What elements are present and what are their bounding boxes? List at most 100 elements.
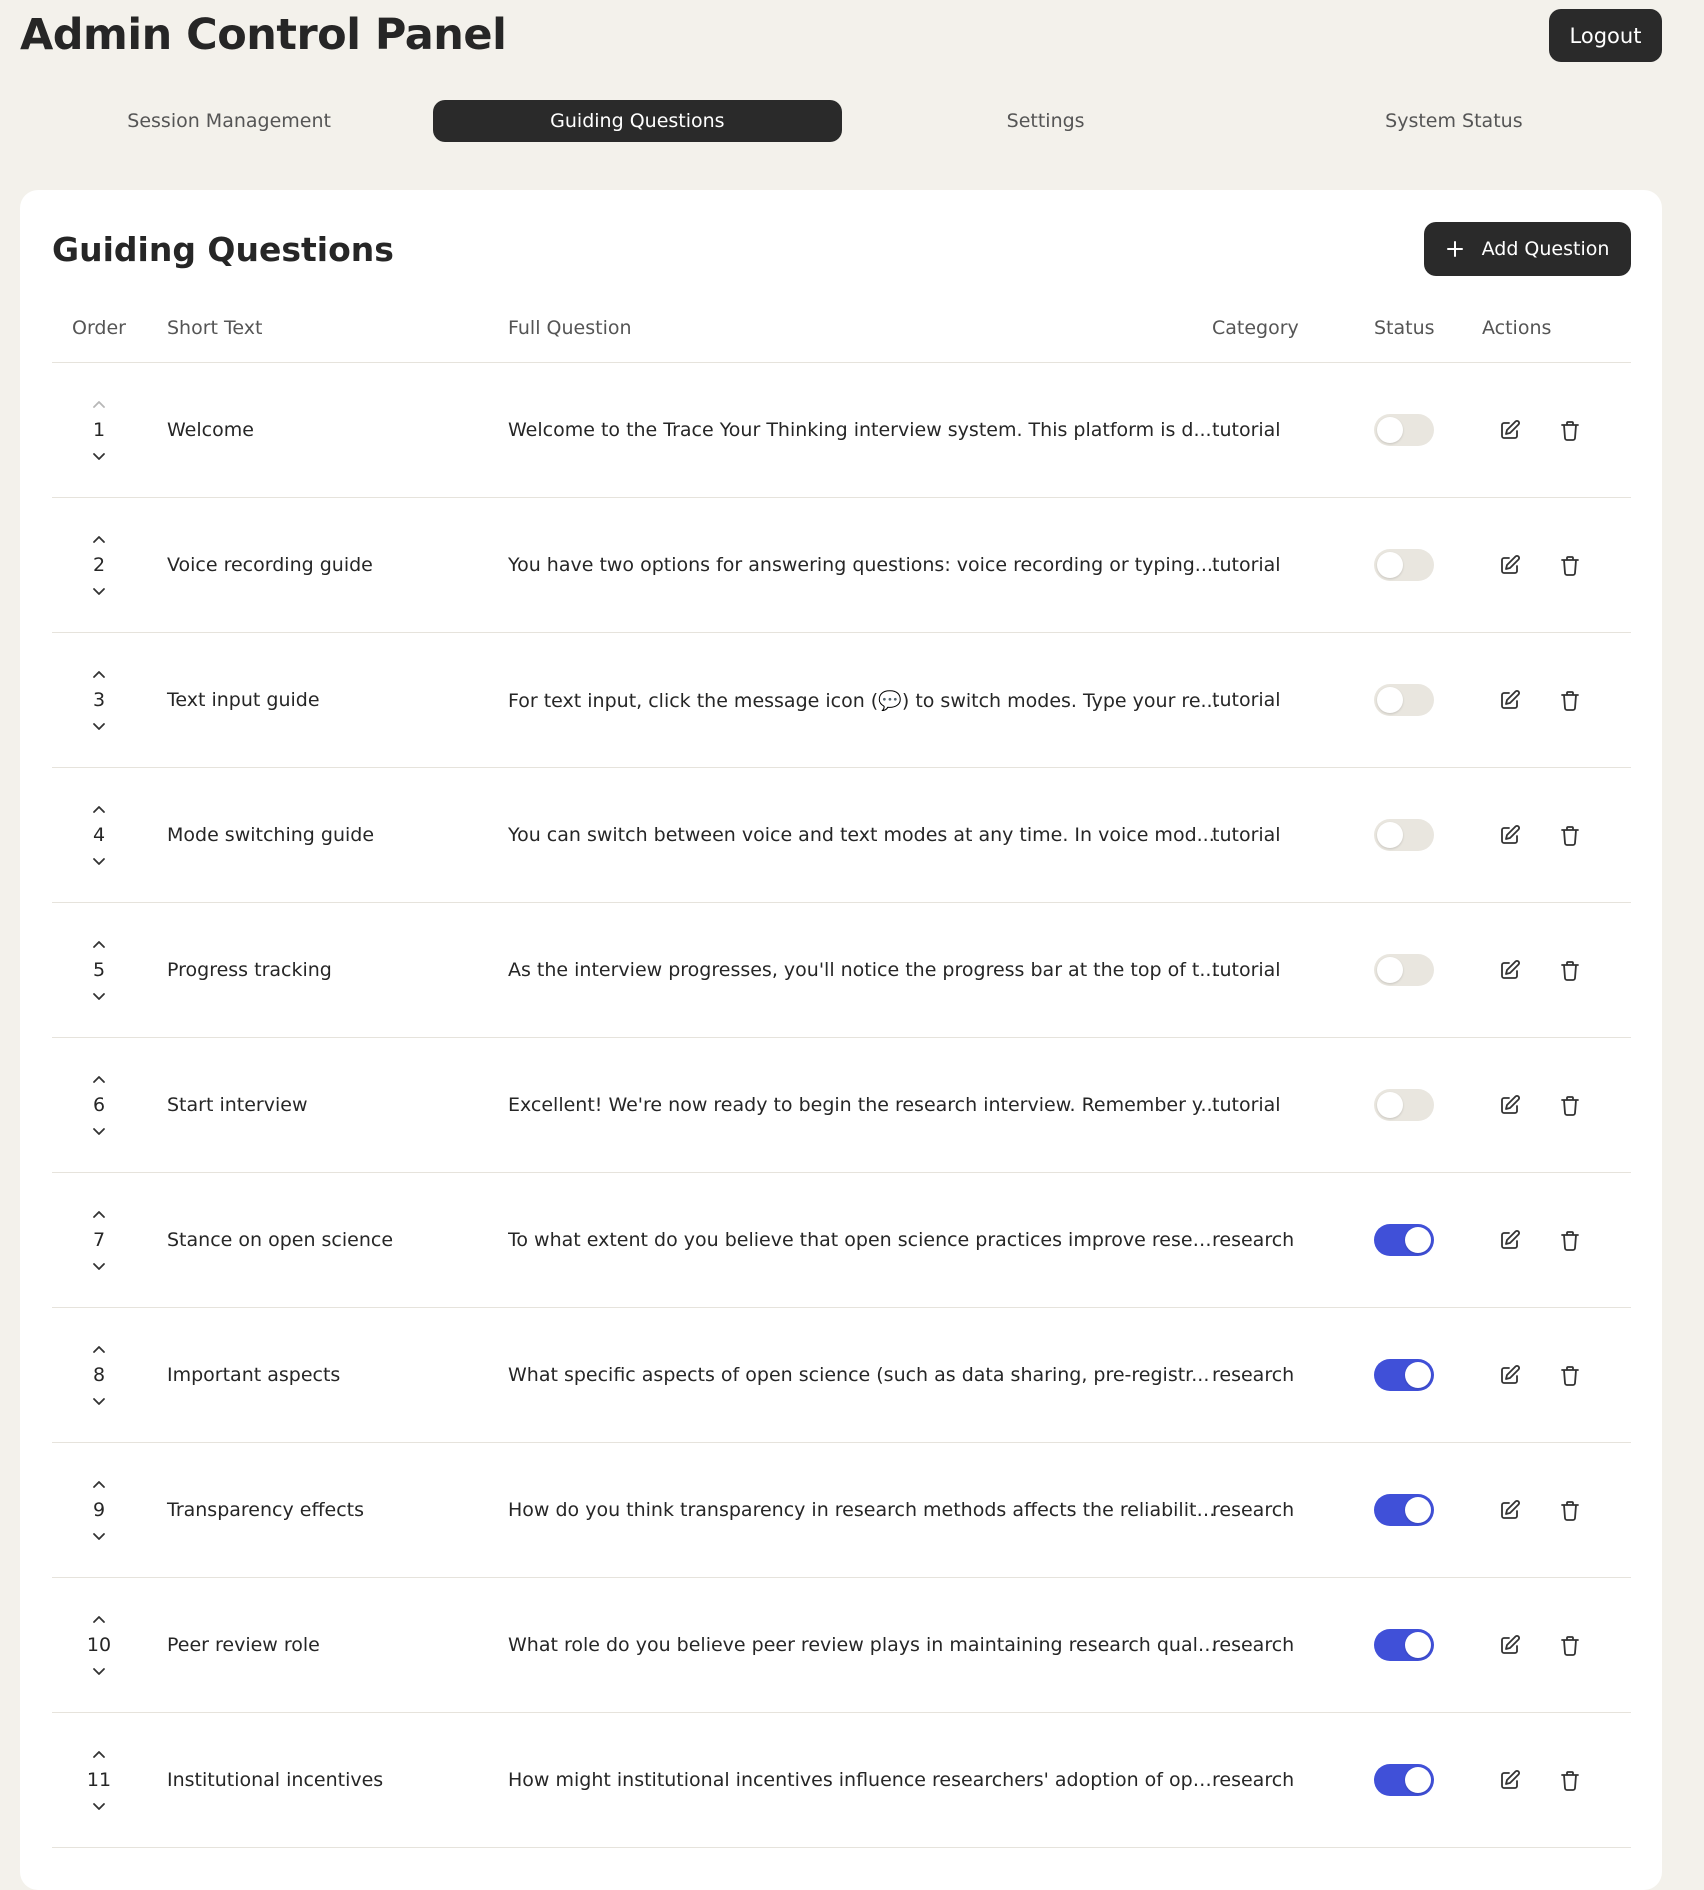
chevron-up-icon[interactable]	[87, 1474, 111, 1494]
chevron-down-icon[interactable]	[87, 1256, 111, 1276]
status-toggle[interactable]	[1374, 1224, 1434, 1256]
edit-icon[interactable]	[1497, 1227, 1523, 1253]
chevron-down-icon[interactable]	[87, 1121, 111, 1141]
column-header-order[interactable]: Order	[52, 310, 146, 362]
chevron-up-icon[interactable]	[87, 664, 111, 684]
toggle-knob	[1377, 957, 1403, 983]
toggle-knob	[1405, 1632, 1431, 1658]
trash-icon[interactable]	[1557, 1362, 1583, 1388]
status-toggle[interactable]	[1374, 1359, 1434, 1391]
edit-icon[interactable]	[1497, 1497, 1523, 1523]
trash-icon[interactable]	[1557, 822, 1583, 848]
edit-icon[interactable]	[1497, 552, 1523, 578]
column-header-full-question[interactable]: Full Question	[508, 310, 1220, 362]
chevron-down-icon[interactable]	[87, 1391, 111, 1411]
column-header-short-text[interactable]: Short Text	[167, 310, 497, 362]
status-toggle[interactable]	[1374, 1764, 1434, 1796]
tab-guiding-questions[interactable]: Guiding Questions	[433, 100, 842, 142]
tab-settings[interactable]: Settings	[842, 100, 1250, 142]
trash-icon[interactable]	[1557, 1497, 1583, 1523]
toggle-knob	[1377, 552, 1403, 578]
short-text-cell: Welcome	[167, 419, 254, 441]
trash-icon[interactable]	[1557, 1227, 1583, 1253]
status-cell	[1374, 903, 1454, 1037]
table-body: 1 Welcome Welcome to the Trace Your Thinki…	[52, 363, 1631, 1848]
order-number: 1	[92, 419, 106, 441]
column-header-category[interactable]: Category	[1212, 310, 1362, 362]
order-number: 8	[92, 1364, 106, 1386]
trash-icon[interactable]	[1557, 1092, 1583, 1118]
chevron-down-icon[interactable]	[87, 1661, 111, 1681]
table-row: 9 Transparency effects How do you think tr…	[52, 1443, 1631, 1578]
full-question-text: What role do you believe peer review pla…	[508, 1634, 1220, 1656]
chevron-up-icon[interactable]	[87, 529, 111, 549]
tab-session-management[interactable]: Session Management	[25, 100, 433, 142]
chevron-down-icon[interactable]	[87, 851, 111, 871]
edit-icon[interactable]	[1497, 417, 1523, 443]
table-row: 3 Text input guide For text input, click t…	[52, 633, 1631, 768]
status-toggle[interactable]	[1374, 1494, 1434, 1526]
full-question-text: Excellent! We're now ready to begin the …	[508, 1094, 1219, 1116]
chevron-up-icon[interactable]	[87, 799, 111, 819]
chevron-down-icon[interactable]	[87, 446, 111, 466]
chevron-down-icon[interactable]	[87, 716, 111, 736]
table-row: 2 Voice recording guide You have two optio…	[52, 498, 1631, 633]
column-header-status[interactable]: Status	[1374, 310, 1454, 362]
edit-icon[interactable]	[1497, 957, 1523, 983]
category-cell: tutorial	[1212, 824, 1281, 846]
full-question-text: How do you think transparency in researc…	[508, 1499, 1220, 1521]
status-toggle[interactable]	[1374, 1629, 1434, 1661]
trash-icon[interactable]	[1557, 1632, 1583, 1658]
chevron-down-icon[interactable]	[87, 986, 111, 1006]
status-toggle[interactable]	[1374, 819, 1434, 851]
chevron-up-icon[interactable]	[87, 1339, 111, 1359]
add-question-button[interactable]: Add Question	[1424, 222, 1631, 276]
trash-icon[interactable]	[1557, 1767, 1583, 1793]
trash-icon[interactable]	[1557, 957, 1583, 983]
toggle-knob	[1405, 1767, 1431, 1793]
chevron-down-icon[interactable]	[87, 1526, 111, 1546]
full-question-cell: How might institutional incentives influ…	[508, 1713, 1220, 1847]
full-question-cell: Excellent! We're now ready to begin the …	[508, 1038, 1220, 1172]
status-toggle[interactable]	[1374, 684, 1434, 716]
trash-icon[interactable]	[1557, 552, 1583, 578]
status-toggle[interactable]	[1374, 954, 1434, 986]
actions-cell	[1497, 903, 1627, 1037]
full-question-cell: You can switch between voice and text mo…	[508, 768, 1220, 902]
trash-icon[interactable]	[1557, 417, 1583, 443]
status-cell	[1374, 1713, 1454, 1847]
chevron-up-icon[interactable]	[87, 394, 111, 414]
chevron-up-icon[interactable]	[87, 1609, 111, 1629]
chevron-down-icon[interactable]	[87, 581, 111, 601]
status-toggle[interactable]	[1374, 1089, 1434, 1121]
chevron-down-icon[interactable]	[87, 1796, 111, 1816]
category-cell: tutorial	[1212, 959, 1281, 981]
status-toggle[interactable]	[1374, 414, 1434, 446]
actions-cell	[1497, 1173, 1627, 1307]
logout-button[interactable]: Logout	[1549, 9, 1662, 62]
short-text-cell: Transparency effects	[167, 1499, 365, 1521]
status-toggle[interactable]	[1374, 549, 1434, 581]
column-header-actions: Actions	[1482, 317, 1552, 339]
category-cell: research	[1212, 1634, 1295, 1656]
full-question-cell: You have two options for answering quest…	[508, 498, 1220, 632]
chevron-up-icon[interactable]	[87, 934, 111, 954]
trash-icon[interactable]	[1557, 687, 1583, 713]
edit-icon[interactable]	[1497, 1362, 1523, 1388]
toggle-knob	[1377, 417, 1403, 443]
short-text-cell: Important aspects	[167, 1364, 341, 1386]
short-text-cell: Voice recording guide	[167, 554, 373, 576]
full-question-cell: For text input, click the message icon (…	[508, 633, 1220, 767]
edit-icon[interactable]	[1497, 1632, 1523, 1658]
edit-icon[interactable]	[1497, 687, 1523, 713]
edit-icon[interactable]	[1497, 822, 1523, 848]
category-cell: research	[1212, 1364, 1295, 1386]
edit-icon[interactable]	[1497, 1092, 1523, 1118]
full-question-cell: Welcome to the Trace Your Thinking inter…	[508, 363, 1220, 497]
tab-system-status[interactable]: System Status	[1250, 100, 1658, 142]
chevron-up-icon[interactable]	[87, 1744, 111, 1764]
chevron-up-icon[interactable]	[87, 1204, 111, 1224]
chevron-up-icon[interactable]	[87, 1069, 111, 1089]
edit-icon[interactable]	[1497, 1767, 1523, 1793]
order-cell: 9	[52, 1443, 146, 1577]
